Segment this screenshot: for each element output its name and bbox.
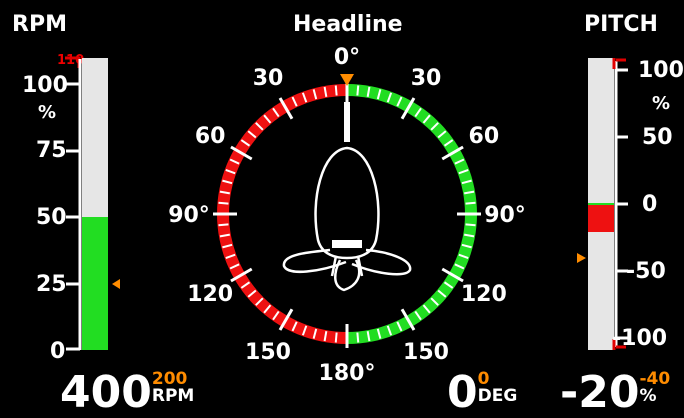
headline-degree-label: 30 [411,66,442,91]
rpm-unit-label: % [38,102,57,123]
headline-degree-label: 0° [334,45,360,70]
headline-minor-tick [356,85,360,96]
headline-degree-label: 90° [168,203,210,228]
headline-degree-label: 180° [319,361,376,386]
pitch-tick-0: 0 [642,192,658,217]
rpm-bar-fill [82,217,108,350]
headline-degree-label: 90° [484,203,526,228]
headline-degree-label: 60 [469,124,500,149]
pitch-tick-neg100: -100 [612,326,668,351]
headline-dial: 0° 30 60 90° 120 150 180° 150 120 90° 60 30 [168,45,526,386]
pitch-bar-fill [588,205,614,232]
rpm-setpoint-marker [112,279,120,289]
rpm-readout-unit: RPM [151,386,195,406]
rpm-readout-value: 400 [60,367,152,418]
rpm-bar-gauge [65,56,120,351]
pitch-tick-neg50: -50 [626,259,666,284]
propeller-icon [282,102,412,292]
pitch-unit-label: % [652,93,671,114]
pitch-bar-gauge [577,58,628,350]
pitch-tick-50: 50 [642,125,673,150]
headline-readout-value: 0 [447,367,478,418]
pitch-readout: -20 -40 % [560,371,670,415]
headline-minor-tick [465,223,476,227]
headline-minor-tick [465,201,476,205]
headline-degree-label: 120 [461,282,507,307]
headline-title: Headline [293,12,403,37]
headline-readout: 0 0 DEG [447,371,517,415]
pitch-readout-unit: % [639,386,657,406]
headline-readout-unit: DEG [477,386,518,406]
pitch-tick-100: 100 [638,58,684,83]
rpm-title: RPM [12,12,67,37]
pitch-title: PITCH [584,12,658,37]
headline-degree-label: 60 [195,124,226,149]
pitch-readout-value: -20 [560,367,640,418]
headline-minor-tick [218,201,229,205]
pitch-setpoint-marker [577,253,586,263]
headline-degree-label: 150 [245,340,291,365]
headline-minor-tick [218,223,229,227]
headline-degree-label: 150 [403,340,449,365]
headline-degree-label: 120 [187,282,233,307]
headline-minor-tick [356,332,360,343]
headline-degree-label: 30 [253,66,284,91]
headline-minor-tick [334,332,338,343]
headline-minor-tick [334,85,338,96]
